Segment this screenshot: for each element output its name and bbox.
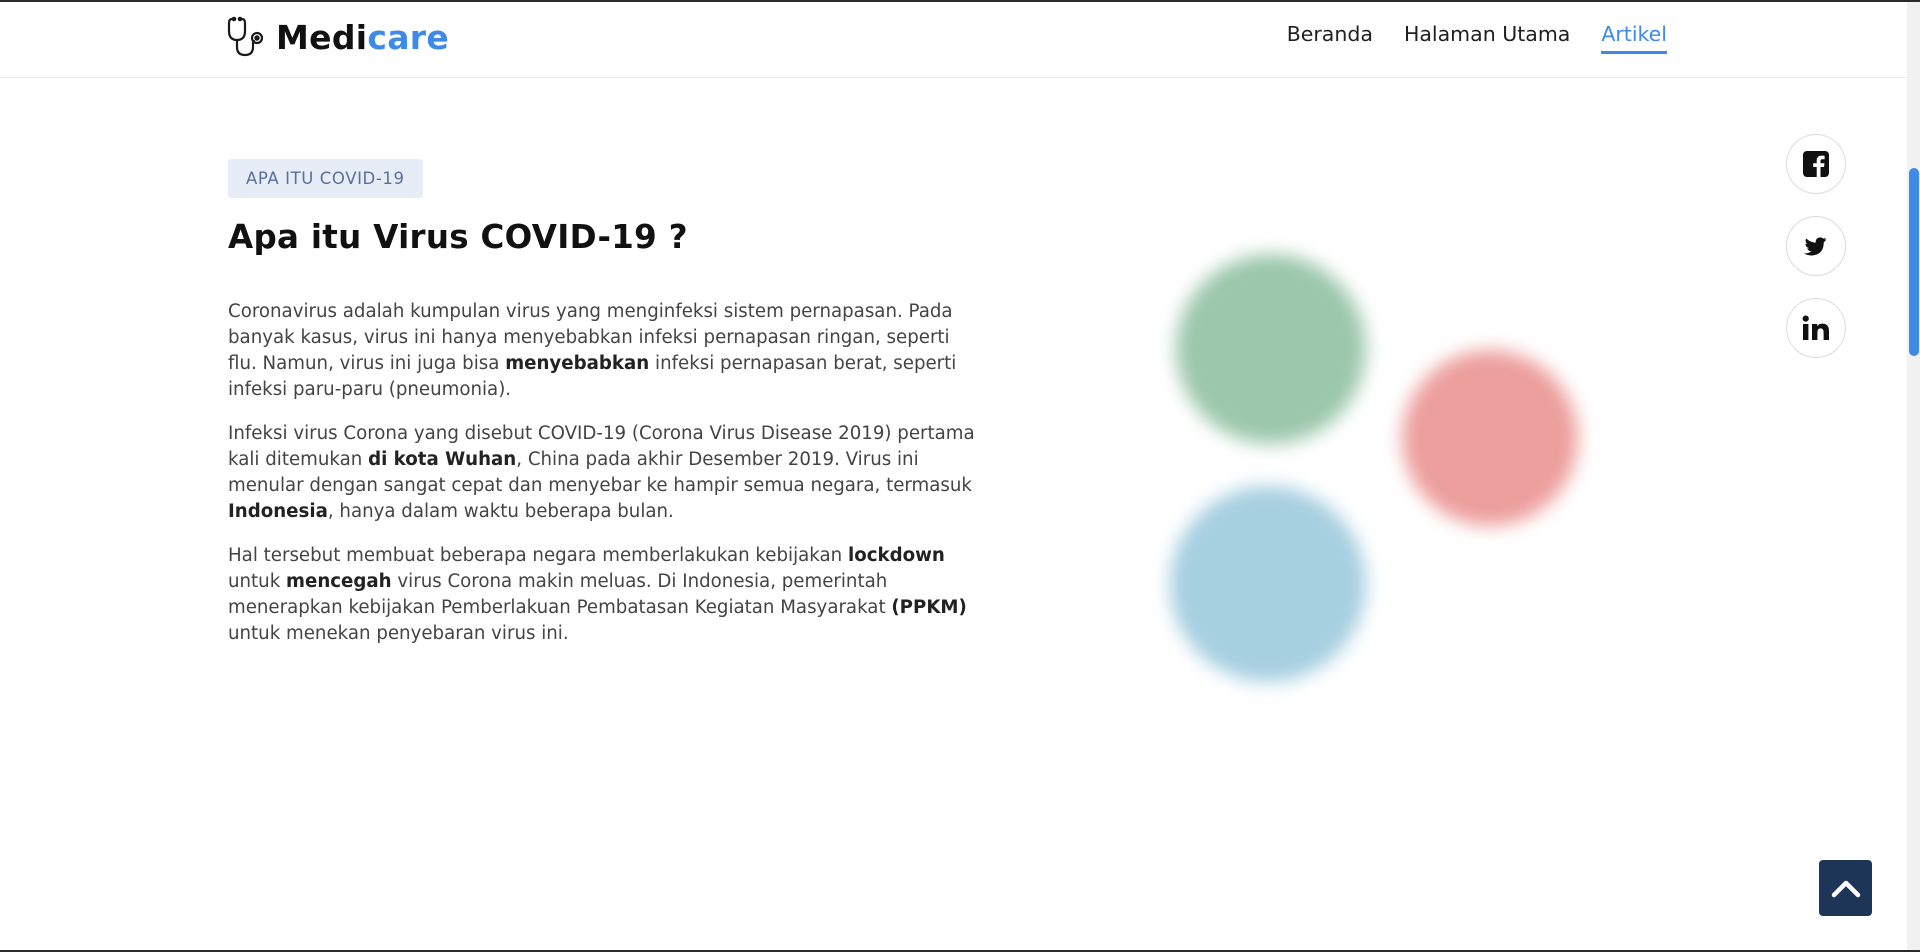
- scrollbar-thumb[interactable]: [1909, 168, 1919, 356]
- red-virus-image: [1402, 350, 1578, 526]
- bold-text: lockdown: [847, 545, 945, 566]
- blue-virus-image: [1170, 486, 1366, 682]
- category-tag: APA ITU COVID-19: [228, 159, 423, 198]
- bold-text: mencegah: [286, 571, 392, 592]
- nav-item-beranda[interactable]: Beranda: [1287, 22, 1373, 51]
- text-run: Hal tersebut membuat beberapa negara mem…: [228, 545, 848, 566]
- chevron-up-icon: [1831, 880, 1860, 898]
- text-run: untuk menekan penyebaran virus ini.: [228, 623, 569, 644]
- article-paragraph: Coronavirus adalah kumpulan virus yang m…: [228, 299, 984, 403]
- nav-item-artikel[interactable]: Artikel: [1601, 22, 1667, 54]
- bold-text: di kota Wuhan: [368, 449, 517, 470]
- article-paragraph: Infeksi virus Corona yang disebut COVID-…: [228, 421, 984, 525]
- logo-text-main: Medi: [276, 17, 368, 57]
- article-title: Apa itu Virus COVID-19 ?: [228, 218, 688, 256]
- bold-text: menyebabkan: [505, 353, 650, 374]
- linkedin-icon: [1802, 315, 1829, 340]
- facebook-share-button[interactable]: [1786, 134, 1846, 194]
- stethoscope-icon: [227, 16, 264, 57]
- social-share-bar: [1786, 134, 1846, 380]
- twitter-share-button[interactable]: [1786, 216, 1846, 276]
- virus-illustration: [1140, 232, 1610, 692]
- text-run: untuk: [228, 571, 287, 592]
- scrollbar[interactable]: [1907, 2, 1920, 950]
- logo-text: Medicare: [276, 18, 449, 57]
- text-run: , hanya dalam waktu beberapa bulan.: [327, 501, 674, 522]
- article-paragraph: Hal tersebut membuat beberapa negara mem…: [228, 543, 984, 647]
- linkedin-share-button[interactable]: [1786, 298, 1846, 358]
- logo-text-accent: care: [367, 17, 450, 57]
- page: Medicare Beranda Halaman Utama Artikel A…: [0, 0, 1920, 952]
- logo[interactable]: Medicare: [226, 16, 449, 58]
- green-virus-image: [1176, 254, 1366, 444]
- nav-item-halaman-utama[interactable]: Halaman Utama: [1404, 22, 1570, 51]
- bold-text: (PPKM): [891, 597, 967, 618]
- bold-text: Indonesia: [228, 501, 328, 522]
- back-to-top-button[interactable]: [1819, 860, 1872, 916]
- facebook-icon: [1803, 151, 1829, 177]
- article-body: Coronavirus adalah kumpulan virus yang m…: [228, 299, 984, 665]
- twitter-icon: [1803, 237, 1827, 256]
- main-nav: Beranda Halaman Utama Artikel: [1287, 22, 1667, 54]
- site-header: Medicare Beranda Halaman Utama Artikel: [0, 2, 1907, 78]
